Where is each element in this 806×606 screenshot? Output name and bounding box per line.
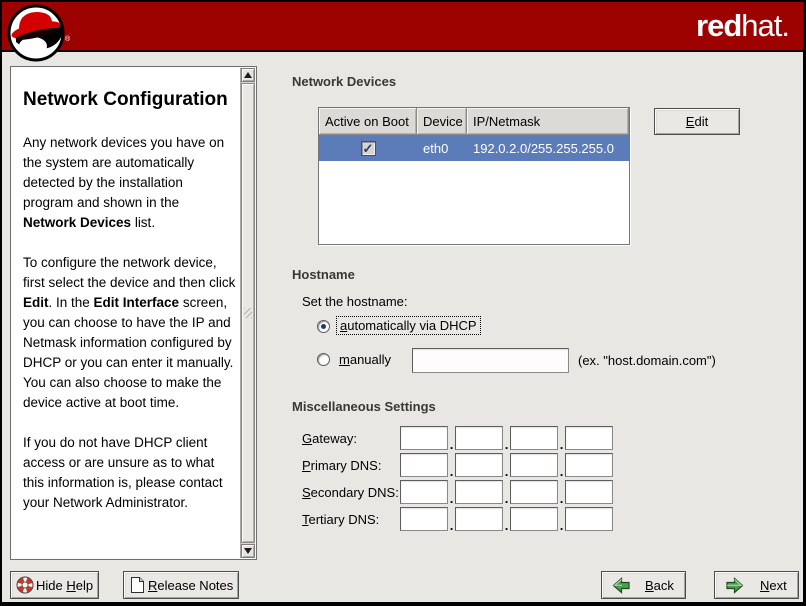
octet-separator: . xyxy=(448,440,455,450)
active-on-boot-cell: ✓ xyxy=(319,135,417,161)
secondary-dns-octet-4[interactable] xyxy=(565,480,613,504)
col-header-ip-netmask[interactable]: IP/Netmask xyxy=(467,108,629,135)
ip-netmask-cell: 192.0.2.0/255.255.255.0 xyxy=(467,135,629,161)
octet-separator: . xyxy=(503,494,510,504)
help-paragraph: If you do not have DHCP client access or… xyxy=(23,433,236,513)
help-paragraphs: Any network devices you have on the syst… xyxy=(23,133,236,513)
octet-separator: . xyxy=(503,521,510,531)
redhat-wordmark: redhat. xyxy=(696,8,789,44)
network-devices-table[interactable]: Active on Boot Device IP/Netmask ✓ eth0 … xyxy=(318,107,630,245)
gateway-label: Gateway: xyxy=(302,431,357,446)
hide-help-label: Hide Help xyxy=(36,578,93,593)
radio-manually[interactable] xyxy=(317,353,330,366)
network-devices-label: Network Devices xyxy=(292,74,396,89)
hostname-example-hint: (ex. "host.domain.com") xyxy=(578,353,716,368)
octet-separator: . xyxy=(503,440,510,450)
help-title: Network Configuration xyxy=(23,87,236,113)
gateway-octet-2[interactable] xyxy=(455,426,503,450)
table-row[interactable]: ✓ eth0 192.0.2.0/255.255.255.0 xyxy=(319,135,629,161)
col-header-device[interactable]: Device xyxy=(417,108,467,135)
octet-separator: . xyxy=(448,521,455,531)
primary-dns-octets: ... xyxy=(400,453,613,477)
row-checkbox-mark: ✓ xyxy=(363,142,374,155)
gateway-octet-3[interactable] xyxy=(510,426,558,450)
octet-separator: . xyxy=(448,494,455,504)
trademark-symbol: ® xyxy=(65,36,70,43)
wordmark-red: red xyxy=(696,8,741,43)
help-panel: Network Configuration Any network device… xyxy=(10,66,257,560)
primary-dns-octet-1[interactable] xyxy=(400,453,448,477)
scrollbar-thumb[interactable] xyxy=(241,83,255,543)
tertiary-dns-octets: ... xyxy=(400,507,613,531)
lifebuoy-icon xyxy=(16,576,34,594)
octet-separator: . xyxy=(448,467,455,477)
misc-settings-label: Miscellaneous Settings xyxy=(292,399,436,414)
scroll-down-icon xyxy=(244,548,252,554)
back-arrow-icon xyxy=(612,577,631,594)
top-banner: redhat. xyxy=(2,2,803,52)
help-scrollbar[interactable] xyxy=(240,68,255,558)
document-icon xyxy=(129,576,146,594)
release-notes-label: Release Notes xyxy=(148,578,233,593)
device-cell: eth0 xyxy=(417,135,467,161)
octet-separator: . xyxy=(558,440,565,450)
gateway-octet-1[interactable] xyxy=(400,426,448,450)
scroll-up-button[interactable] xyxy=(241,68,255,82)
back-label: Back xyxy=(645,578,674,593)
set-hostname-label: Set the hostname: xyxy=(302,294,408,309)
primary-dns-octet-2[interactable] xyxy=(455,453,503,477)
primary-dns-label: Primary DNS: xyxy=(302,458,381,473)
primary-dns-octet-4[interactable] xyxy=(565,453,613,477)
gateway-octet-4[interactable] xyxy=(565,426,613,450)
octet-separator: . xyxy=(558,494,565,504)
octet-separator: . xyxy=(558,521,565,531)
hostname-label: Hostname xyxy=(292,267,355,282)
scroll-down-button[interactable] xyxy=(241,544,255,558)
radio-dhcp[interactable] xyxy=(317,320,330,333)
help-paragraph: Any network devices you have on the syst… xyxy=(23,133,236,233)
gateway-octets: ... xyxy=(400,426,613,450)
octet-separator: . xyxy=(558,467,565,477)
secondary-dns-label: Secondary DNS: xyxy=(302,485,399,500)
tertiary-dns-octet-4[interactable] xyxy=(565,507,613,531)
secondary-dns-octet-2[interactable] xyxy=(455,480,503,504)
help-paragraph: To configure the network device, first s… xyxy=(23,253,236,413)
secondary-dns-octets: ... xyxy=(400,480,613,504)
col-header-active-on-boot[interactable]: Active on Boot xyxy=(319,108,417,135)
table-header-row: Active on Boot Device IP/Netmask xyxy=(319,108,629,135)
installer-window: redhat. ® Network Configuration Any netw… xyxy=(0,0,806,606)
tertiary-dns-label: Tertiary DNS: xyxy=(302,512,379,527)
tertiary-dns-octet-3[interactable] xyxy=(510,507,558,531)
secondary-dns-octet-3[interactable] xyxy=(510,480,558,504)
back-button[interactable]: Back xyxy=(601,571,686,599)
active-on-boot-checkbox[interactable]: ✓ xyxy=(361,141,376,156)
radio-dhcp-label[interactable]: automatically via DHCP xyxy=(336,316,481,335)
next-arrow-icon xyxy=(725,577,744,594)
redhat-shadowman-icon xyxy=(7,4,67,69)
tertiary-dns-octet-1[interactable] xyxy=(400,507,448,531)
scroll-up-icon xyxy=(244,72,252,78)
tertiary-dns-octet-2[interactable] xyxy=(455,507,503,531)
hide-help-button[interactable]: Hide Help xyxy=(10,571,99,599)
octet-separator: . xyxy=(503,467,510,477)
secondary-dns-octet-1[interactable] xyxy=(400,480,448,504)
help-text: Network Configuration Any network device… xyxy=(11,67,240,559)
hostname-input[interactable] xyxy=(412,348,569,373)
next-label: Next xyxy=(760,578,787,593)
radio-manually-label[interactable]: manually xyxy=(336,351,394,368)
release-notes-button[interactable]: Release Notes xyxy=(123,571,239,599)
edit-button[interactable]: Edit xyxy=(654,108,740,135)
next-button[interactable]: Next xyxy=(714,571,799,599)
wordmark-hat: hat. xyxy=(741,8,789,43)
primary-dns-octet-3[interactable] xyxy=(510,453,558,477)
